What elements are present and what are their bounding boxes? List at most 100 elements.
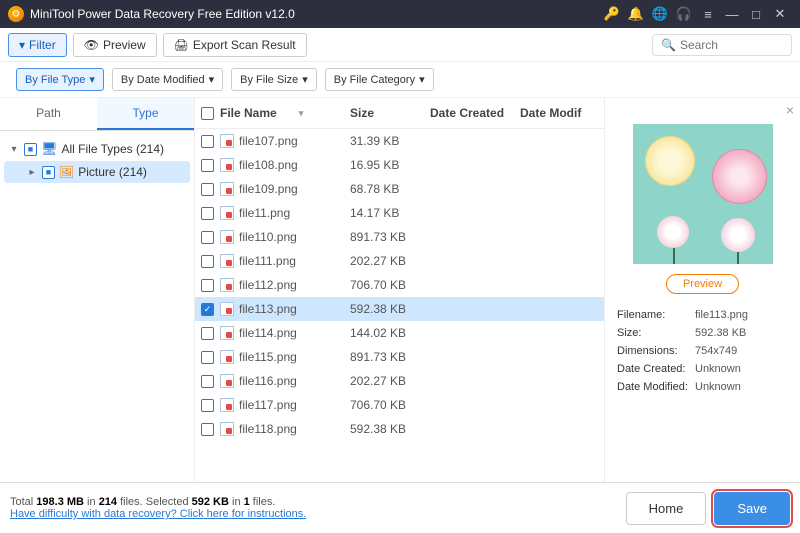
file-name: file11.png	[239, 206, 290, 220]
meta-dm-val: Unknown	[695, 381, 741, 393]
preview-label: Preview	[103, 38, 146, 52]
sidebar: Path Type ▾ ■ 🖥 All File Types (214) ▸ ■…	[0, 98, 195, 482]
help-link[interactable]: Have difficulty with data recovery? Clic…	[10, 508, 306, 520]
meta-filename-val: file113.png	[695, 309, 748, 321]
menu-icon[interactable]: ≡	[696, 0, 720, 28]
tab-path[interactable]: Path	[0, 98, 97, 130]
eye-icon: 👁	[84, 38, 99, 52]
file-row[interactable]: file112.png706.70 KB	[195, 273, 604, 297]
preview-button[interactable]: 👁 Preview	[73, 33, 157, 57]
filter-file-size[interactable]: By File Size▾	[231, 68, 317, 91]
file-row[interactable]: file116.png 202.27 KB	[195, 369, 604, 393]
file-checkbox[interactable]	[201, 423, 214, 436]
file-checkbox[interactable]	[201, 279, 214, 292]
file-name: file118.png	[239, 422, 297, 436]
open-preview-button[interactable]: Preview	[666, 274, 739, 294]
file-checkbox[interactable]	[201, 207, 214, 220]
file-checkbox[interactable]	[201, 327, 214, 340]
maximize-icon[interactable]: □	[744, 0, 768, 28]
file-icon	[220, 302, 234, 316]
file-row[interactable]: file111.png202.27 KB	[195, 249, 604, 273]
col-size[interactable]: Size	[350, 106, 430, 120]
search-input[interactable]	[680, 38, 783, 52]
save-button[interactable]: Save	[714, 492, 790, 525]
tree-picture-label: Picture (214)	[78, 165, 147, 179]
file-icon	[220, 182, 234, 196]
headset-icon[interactable]: 🎧	[672, 0, 696, 28]
preview-meta: Filename:file113.png Size:592.38 KB Dime…	[617, 306, 788, 396]
close-preview-icon[interactable]: ×	[786, 102, 794, 118]
tab-type[interactable]: Type	[97, 98, 194, 130]
minimize-icon[interactable]: —	[720, 0, 744, 28]
meta-dc-key: Date Created:	[617, 363, 695, 375]
picture-icon: 🖼	[59, 165, 74, 179]
file-name: file110.png	[239, 230, 297, 244]
file-checkbox[interactable]	[201, 375, 214, 388]
filter-file-type[interactable]: By File Type▾	[16, 68, 104, 91]
file-checkbox[interactable]	[201, 351, 214, 364]
file-size: 68.78 KB	[350, 182, 430, 196]
chevron-down-icon: ▾	[8, 144, 20, 155]
col-file-name[interactable]: File Name▾	[220, 106, 350, 120]
chevron-right-icon: ▸	[26, 167, 38, 178]
tree-picture[interactable]: ▸ ■ 🖼 Picture (214)	[4, 161, 190, 183]
meta-size-val: 592.38 KB	[695, 327, 746, 339]
status-bar: Total 198.3 MB in 214 files. Selected 59…	[0, 482, 800, 533]
file-size: 31.39 KB	[350, 134, 430, 148]
meta-dm-key: Date Modified:	[617, 381, 695, 393]
file-name: file109.png	[239, 182, 298, 196]
close-icon[interactable]: ✕	[768, 0, 792, 28]
file-list[interactable]: file107.png31.39 KBfile108.png16.95 KBfi…	[195, 129, 604, 482]
home-button[interactable]: Home	[626, 492, 707, 525]
col-date-modified[interactable]: Date Modif	[520, 106, 598, 120]
file-row[interactable]: file107.png31.39 KB	[195, 129, 604, 153]
search-icon: 🔍	[661, 38, 676, 52]
file-checkbox[interactable]	[201, 183, 214, 196]
monitor-icon: 🖥	[41, 141, 58, 157]
filter-date-modified[interactable]: By Date Modified▾	[112, 68, 223, 91]
file-icon	[220, 134, 234, 148]
title-bar: ⚙ MiniTool Power Data Recovery Free Edit…	[0, 0, 800, 28]
file-size: 202.27 KB	[350, 374, 430, 388]
file-row[interactable]: file108.png16.95 KB	[195, 153, 604, 177]
preview-panel: × Preview Filename:file113.png Size:592.…	[605, 98, 800, 482]
file-checkbox[interactable]	[201, 135, 214, 148]
file-row[interactable]: file117.png706.70 KB	[195, 393, 604, 417]
file-checkbox[interactable]: ✓	[201, 303, 214, 316]
file-row[interactable]: file110.png891.73 KB	[195, 225, 604, 249]
filter-file-category[interactable]: By File Category▾	[325, 68, 434, 91]
file-icon	[220, 206, 234, 220]
file-row[interactable]: file114.png144.02 KB	[195, 321, 604, 345]
tree-root[interactable]: ▾ ■ 🖥 All File Types (214)	[4, 137, 190, 161]
chevron-down-icon: ▾	[302, 73, 308, 86]
globe-icon[interactable]: 🌐	[648, 0, 672, 28]
bell-icon[interactable]: 🔔	[624, 0, 648, 28]
export-label: Export Scan Result	[193, 38, 296, 52]
meta-size-key: Size:	[617, 327, 695, 339]
search-box[interactable]: 🔍	[652, 34, 792, 56]
file-row[interactable]: file118.png 592.38 KB	[195, 417, 604, 441]
file-checkbox[interactable]	[201, 399, 214, 412]
filter-button[interactable]: ▾Filter	[8, 33, 67, 57]
file-row[interactable]: ✓file113.png592.38 KB	[195, 297, 604, 321]
tree-checkbox[interactable]: ■	[42, 166, 55, 179]
file-row[interactable]: file11.png14.17 KB	[195, 201, 604, 225]
preview-thumbnail	[633, 124, 773, 264]
col-date-created[interactable]: Date Created	[430, 106, 520, 120]
meta-dc-val: Unknown	[695, 363, 741, 375]
meta-dim-val: 754x749	[695, 345, 737, 357]
meta-dim-key: Dimensions:	[617, 345, 695, 357]
file-checkbox[interactable]	[201, 255, 214, 268]
file-icon	[220, 326, 234, 340]
funnel-icon: ▾	[19, 38, 25, 52]
file-checkbox[interactable]	[201, 159, 214, 172]
tree-checkbox[interactable]: ■	[24, 143, 37, 156]
key-icon[interactable]: 🔑	[600, 0, 624, 28]
export-button[interactable]: 🖨Export Scan Result	[163, 33, 307, 57]
file-name: file116.png	[239, 374, 297, 388]
file-row[interactable]: file115.png891.73 KB	[195, 345, 604, 369]
select-all-checkbox[interactable]	[201, 107, 214, 120]
file-size: 592.38 KB	[350, 422, 430, 436]
file-checkbox[interactable]	[201, 231, 214, 244]
file-row[interactable]: file109.png 68.78 KB	[195, 177, 604, 201]
